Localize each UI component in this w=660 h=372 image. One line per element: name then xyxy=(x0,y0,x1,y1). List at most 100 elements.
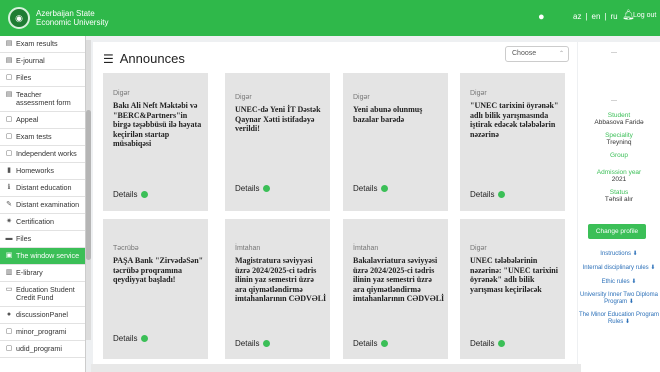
status-label: Status xyxy=(609,189,629,196)
card-title: "UNEC tarixini öyrənək" adlı bilik yarış… xyxy=(470,101,559,139)
details-link[interactable]: Details xyxy=(470,190,506,199)
avatar xyxy=(600,70,638,108)
sidebar-item-files[interactable]: ▢ Files xyxy=(0,70,85,87)
announcement-card[interactable]: İmtahan Bakalavriatura səviyyəsi üzrə 202… xyxy=(343,219,448,359)
card-category: Digər xyxy=(235,94,252,101)
student-name: Abbasova Faridə xyxy=(594,119,644,126)
details-link[interactable]: Details xyxy=(235,184,271,193)
announcement-card[interactable]: Digər Yeni abunə olunmuş bazalar barədə De… xyxy=(343,73,448,211)
sidebar-item-certification[interactable]: ✷ Certification xyxy=(0,214,85,231)
card-category: Digər xyxy=(470,245,487,252)
profile-link-label: Internal disciplinary rules xyxy=(582,265,649,271)
details-label: Details xyxy=(113,190,138,199)
sidebar-item-files[interactable]: ▬ Files xyxy=(0,231,85,248)
lang-ru[interactable]: ru xyxy=(611,12,618,21)
list-icon: ☰ xyxy=(103,51,114,66)
announcement-card[interactable]: Təcrübə PAŞA Bank "ZirvədəSən" təcrübə pr… xyxy=(103,219,208,359)
card-category: Təcrübə xyxy=(113,245,139,252)
card-title: Bakalavriatura səviyyəsi üzrə 2024/2025-… xyxy=(353,256,445,303)
sidebar-item-discussionpanel[interactable]: ● discussionPanel xyxy=(0,307,85,324)
details-label: Details xyxy=(235,339,260,348)
sidebar-item-distant-education[interactable]: ℹ Distant education xyxy=(0,180,85,197)
sidebar-item-independent-works[interactable]: ▢ Independent works xyxy=(0,146,85,163)
page-footer-edge xyxy=(91,364,581,372)
sidebar-item-exam-tests[interactable]: ▢ Exam tests xyxy=(0,129,85,146)
card-title: Bakı Ali Neft Məktəbi və "BERC&Partners"… xyxy=(113,101,202,148)
sidebar-scrollbar[interactable] xyxy=(86,40,91,340)
lang-en[interactable]: en xyxy=(592,12,601,21)
profile-link[interactable]: Ethic rules ⬇ xyxy=(578,278,660,285)
category-select-value: Choose xyxy=(512,50,537,57)
profile-link[interactable]: University Inner Two Diploma Program ⬇ xyxy=(578,292,660,305)
announcement-card[interactable]: Digər Bakı Ali Neft Məktəbi və "BERC&Part… xyxy=(103,73,208,211)
details-link[interactable]: Details xyxy=(113,190,149,199)
details-label: Details xyxy=(113,334,138,343)
scrollbar-thumb[interactable] xyxy=(86,110,91,260)
sidebar-item-label: Distant examination xyxy=(16,200,80,209)
sidebar-item-appeal[interactable]: ▢ Appeal xyxy=(0,112,85,129)
profile-link[interactable]: Instructions ⬇ xyxy=(578,250,660,257)
pencil-icon: ✎ xyxy=(6,201,12,208)
logout-button[interactable]: Log out xyxy=(633,12,656,19)
university-name[interactable]: Azerbaijan State Economic University xyxy=(36,9,108,27)
admission-label: Admission year xyxy=(596,169,642,176)
card-category: Digər xyxy=(113,90,130,97)
chat-icon[interactable]: ● xyxy=(538,11,545,23)
card-category: İmtahan xyxy=(353,245,379,252)
sidebar-item-e-library[interactable]: ▥ E-library xyxy=(0,265,85,282)
sidebar-item-label: discussionPanel xyxy=(16,310,68,319)
sidebar-item-the-window-service[interactable]: ▣ The window service xyxy=(0,248,85,265)
announcement-card[interactable]: Digər UNEC-də Yeni İT Dəstək Qaynar Xətti… xyxy=(225,73,330,211)
details-link[interactable]: Details xyxy=(470,339,506,348)
profile-link[interactable]: The Minor Education Program Rules ⬇ xyxy=(578,312,660,325)
status-dot-icon xyxy=(141,335,149,342)
sidebar-item-homeworks[interactable]: ▮ Homeworks xyxy=(0,163,85,180)
student-label: Student xyxy=(607,112,631,119)
sidebar-item-exam-results[interactable]: ▤ Exam results xyxy=(0,36,85,53)
status-dot-icon xyxy=(381,185,389,192)
download-icon: ⬇ xyxy=(648,265,656,271)
sidebar-item-label: Files xyxy=(16,234,32,243)
sidebar: ▤ Exam results ▤ E-journal ▢ Files ▤ Teacher as… xyxy=(0,36,86,372)
folder-icon: ▬ xyxy=(5,235,13,242)
sidebar-item-distant-examination[interactable]: ✎ Distant examination xyxy=(0,197,85,214)
sidebar-item-label: Independent works xyxy=(16,149,77,158)
announcement-card[interactable]: İmtahan Magistratura səviyyəsi üzrə 2024/… xyxy=(225,219,330,359)
category-select[interactable]: Choose ⌃ xyxy=(505,46,569,62)
avatar-bottom-mark: — xyxy=(611,98,617,104)
status-dot-icon xyxy=(498,191,506,198)
profile-link-label: Ethic rules xyxy=(601,279,630,285)
sidebar-item-label: The window service xyxy=(16,251,80,260)
info-icon: ℹ xyxy=(7,184,11,191)
sidebar-item-label: E-journal xyxy=(16,56,45,65)
sidebar-item-label: minor_programi xyxy=(16,327,67,336)
details-link[interactable]: Details xyxy=(113,334,149,343)
sidebar-item-label: Homeworks xyxy=(16,166,54,175)
sidebar-item-e-journal[interactable]: ▤ E-journal xyxy=(0,53,85,70)
profile-link-label: The Minor Education Program Rules xyxy=(578,312,660,325)
card-title: UNEC-də Yeni İT Dəstək Qaynar Xətti isti… xyxy=(235,105,321,133)
sidebar-item-education-student-credit-fund[interactable]: ▭ Education Student Credit Fund xyxy=(0,282,85,307)
speciality-value: Treyninq xyxy=(606,139,632,146)
sidebar-item-label: Education Student Credit Fund xyxy=(16,285,75,302)
sidebar-item-label: E-library xyxy=(16,268,43,277)
details-link[interactable]: Details xyxy=(353,184,389,193)
details-link[interactable]: Details xyxy=(353,339,389,348)
university-name-line2: Economic University xyxy=(36,18,109,27)
profile-link-label: Instructions xyxy=(600,251,631,257)
change-profile-button[interactable]: Change profile xyxy=(588,224,646,239)
profile-panel: — — Student Abbasova Faridə Speciality T… xyxy=(578,42,660,372)
announcement-card[interactable]: Digər UNEC tələbələrinin nəzərinə: "UNEC … xyxy=(460,219,565,359)
university-logo[interactable]: ◉ xyxy=(8,7,30,29)
sidebar-item-udid-programi[interactable]: ▢ udid_programi xyxy=(0,341,85,358)
lang-az[interactable]: az xyxy=(573,12,581,21)
profile-link-label: University Inner Two Diploma Program xyxy=(580,292,658,305)
speciality-label: Speciality xyxy=(605,132,633,139)
bookmark-icon: ▮ xyxy=(7,167,11,174)
status-dot-icon xyxy=(381,340,389,347)
details-link[interactable]: Details xyxy=(235,339,271,348)
profile-link[interactable]: Internal disciplinary rules ⬇ xyxy=(578,264,660,271)
sidebar-item-minor-programi[interactable]: ▢ minor_programi xyxy=(0,324,85,341)
announcement-card[interactable]: Digər "UNEC tarixini öyrənək" adlı bilik … xyxy=(460,73,565,211)
sidebar-item-teacher-assessment-form[interactable]: ▤ Teacher assessment form xyxy=(0,87,85,112)
